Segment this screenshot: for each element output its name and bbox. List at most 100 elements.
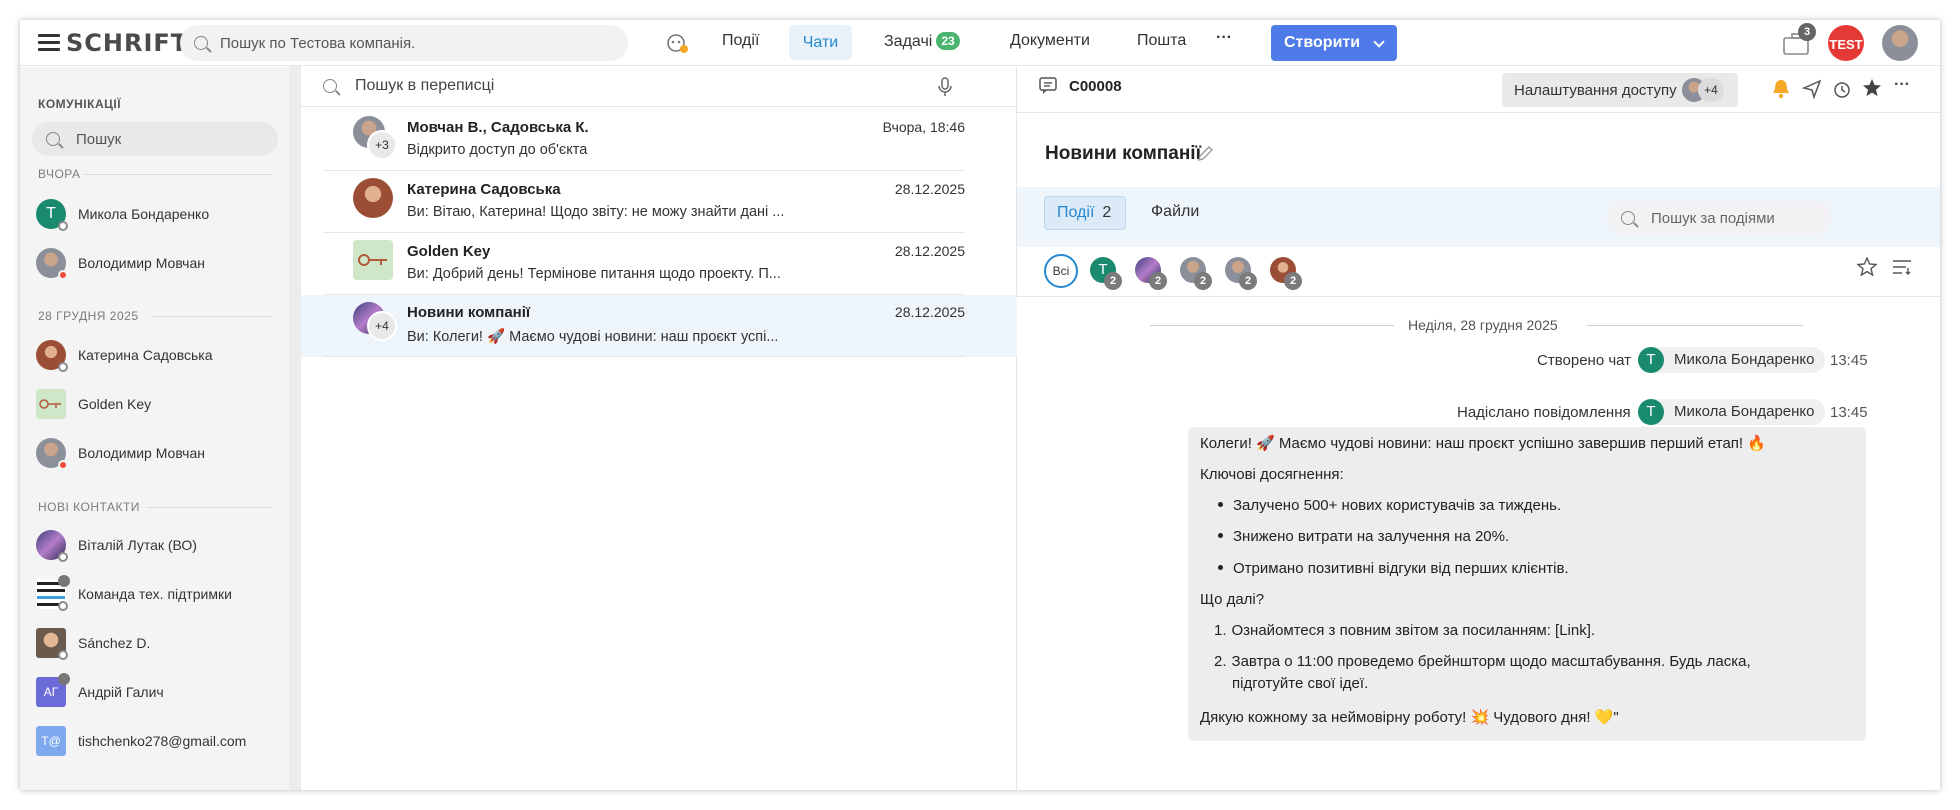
event-user-chip[interactable]: T Микола Бондаренко [1638, 347, 1825, 373]
app-logo[interactable]: SCHRIFT [66, 29, 188, 57]
sidebar-item-tishchenko[interactable]: T@ tishchenko278@gmail.com [36, 726, 286, 758]
step-number: 2. [1214, 653, 1227, 670]
global-search-input[interactable]: Пошук по Тестова компанія. [180, 25, 628, 61]
chat-date: Вчора, 18:46 [882, 119, 965, 135]
app-window: SCHRIFT Пошук по Тестова компанія. Події… [20, 20, 1940, 790]
chat-preview: Ви: Вітаю, Катерина! Щодо звіту: не можу… [407, 204, 785, 220]
sidebar-item-golden-key[interactable]: Golden Key [36, 389, 286, 421]
list-item[interactable]: +3 Мовчан В., Садовська К. Відкрито дост… [301, 109, 1017, 171]
list-search-input[interactable]: Пошук в переписці [301, 67, 1017, 107]
sidebar-item-support-team[interactable]: Команда тех. підтримки [36, 575, 286, 611]
divider [1150, 325, 1394, 326]
filter-count-badge: 2 [1149, 272, 1167, 290]
status-indicator [58, 552, 68, 562]
pencil-icon[interactable] [1196, 145, 1214, 163]
sidebar-item-volodymyr[interactable]: Володимир Мовчан [36, 248, 286, 280]
ai-assistant-icon[interactable] [665, 31, 689, 55]
filter-all-button[interactable]: Всі [1044, 254, 1078, 288]
sidebar-item-volodymyr-2[interactable]: Володимир Мовчан [36, 438, 286, 470]
chat-preview: Ви: Колеги! 🚀 Маємо чудові новини: наш п… [407, 329, 779, 345]
tasks-count-badge: 23 [936, 32, 960, 50]
more-options-button[interactable]: ··· [1894, 76, 1910, 94]
nav-tasks-label: Задачі [884, 33, 933, 50]
star-icon[interactable] [1862, 78, 1882, 98]
access-settings-button[interactable]: Налаштування доступу +4 [1502, 73, 1738, 107]
company-badge[interactable]: TEST [1828, 25, 1864, 61]
chat-code: C00008 [1069, 78, 1122, 95]
sidebar-item-label: Володимир Мовчан [78, 255, 205, 271]
message-next-title: Що далі? [1200, 591, 1265, 608]
message-intro: Колеги! 🚀 Маємо чудові новини: наш проєк… [1200, 435, 1766, 452]
sidebar-item-sanchez[interactable]: Sánchez D. [36, 628, 286, 660]
section-dec28: 28 ГРУДНЯ 2025 [38, 309, 139, 323]
event-user-name: Микола Бондаренко [1674, 351, 1815, 368]
message-bullet-text: Отримано позитивні відгуки від перших кл… [1233, 560, 1569, 577]
message-bubble: Колеги! 🚀 Маємо чудові новини: наш проєк… [1188, 427, 1866, 741]
search-icon [194, 36, 208, 50]
event-search-input[interactable]: Пошук за подіями [1607, 201, 1831, 235]
chat-title: Мовчан В., Садовська К. [407, 119, 589, 136]
nav-documents[interactable]: Документи [1010, 32, 1090, 50]
send-icon[interactable] [1802, 79, 1822, 99]
sidebar-item-label: Микола Бондаренко [78, 206, 210, 222]
chat-title: Катерина Садовська [407, 181, 561, 198]
avatar: T@ [36, 726, 66, 756]
tab-events-label: Події [1057, 204, 1095, 221]
status-indicator [58, 362, 68, 372]
message-bullet: Отримано позитивні відгуки від перших кл… [1218, 560, 1569, 577]
message-step-continuation: підготуйте свої ідеї. [1232, 675, 1369, 692]
chat-preview: Ви: Добрий день! Термінове питання щодо … [407, 266, 781, 282]
microphone-icon[interactable] [937, 77, 953, 97]
sidebar-item-label: Golden Key [78, 396, 152, 412]
sidebar-search-placeholder: Пошук [76, 131, 122, 148]
user-avatar[interactable] [1882, 25, 1918, 61]
top-bar: SCHRIFT Пошук по Тестова компанія. Події… [20, 20, 1940, 66]
sidebar-search-input[interactable]: Пошук [32, 122, 278, 156]
chat-date: 28.12.2025 [894, 304, 965, 320]
create-button[interactable]: Створити [1271, 25, 1397, 61]
menu-icon[interactable] [38, 34, 60, 52]
search-icon [46, 132, 60, 146]
status-indicator [58, 601, 68, 611]
sidebar-title: КОМУНІКАЦІЇ [38, 97, 122, 111]
filter-count-badge: 2 [1284, 272, 1302, 290]
list-item[interactable]: Катерина Садовська Ви: Вітаю, Катерина! … [301, 171, 1017, 233]
sidebar-item-andrii[interactable]: АГ Андрій Галич [36, 673, 286, 709]
chat-date: 28.12.2025 [894, 181, 965, 197]
chat-list-panel: Пошук в переписці +3 Мовчан В., Садовськ… [301, 67, 1017, 790]
nav-more-button[interactable]: ··· [1216, 29, 1232, 47]
list-item[interactable]: Golden Key Ви: Добрий день! Термінове пи… [301, 233, 1017, 295]
sidebar-item-vitalii[interactable]: Віталій Лутак (ВО) [36, 530, 286, 562]
message-step-text: Завтра о 11:00 проведемо брейншторм щодо… [1231, 653, 1751, 670]
status-indicator [58, 270, 68, 280]
alarm-clock-icon[interactable] [1832, 79, 1852, 99]
section-new-contacts: НОВІ КОНТАКТИ [38, 500, 140, 514]
event-user-chip[interactable]: T Микола Бондаренко [1638, 399, 1825, 425]
more-members-badge: +4 [367, 311, 397, 341]
bullet-dot [1218, 502, 1223, 507]
key-icon [36, 389, 66, 419]
message-bullet-text: Залучено 500+ нових користувачів за тижд… [1233, 497, 1562, 514]
event-time: 13:45 [1830, 404, 1868, 421]
tab-files[interactable]: Файли [1151, 203, 1199, 221]
sidebar-item-mykola[interactable]: T Микола Бондаренко [36, 199, 286, 231]
chat-title: Новини компанії [407, 304, 531, 321]
tab-events[interactable]: Події 2 [1044, 196, 1126, 230]
nav-mail[interactable]: Пошта [1137, 32, 1186, 50]
sidebar-item-label: Команда тех. підтримки [78, 586, 232, 602]
nav-events[interactable]: Події [722, 32, 759, 50]
star-outline-icon[interactable] [1857, 257, 1877, 277]
nav-tasks[interactable]: Задачі 23 [884, 32, 960, 51]
sidebar-item-kateryna[interactable]: Катерина Садовська [36, 340, 286, 372]
chat-panel: C00008 Налаштування доступу +4 ··· Новин… [1017, 67, 1940, 790]
sidebar-item-label: Андрій Галич [78, 684, 164, 700]
filter-list-icon[interactable] [1892, 259, 1912, 275]
filter-count-badge: 2 [1104, 272, 1122, 290]
nav-chats[interactable]: Чати [789, 25, 852, 60]
bell-icon[interactable] [1772, 79, 1790, 99]
divider [1017, 296, 1940, 297]
list-item-selected[interactable]: +4 Новини компанії Ви: Колеги! 🚀 Маємо ч… [301, 295, 1017, 357]
divider [1587, 325, 1803, 326]
status-indicator [58, 650, 68, 660]
search-icon [323, 79, 337, 93]
